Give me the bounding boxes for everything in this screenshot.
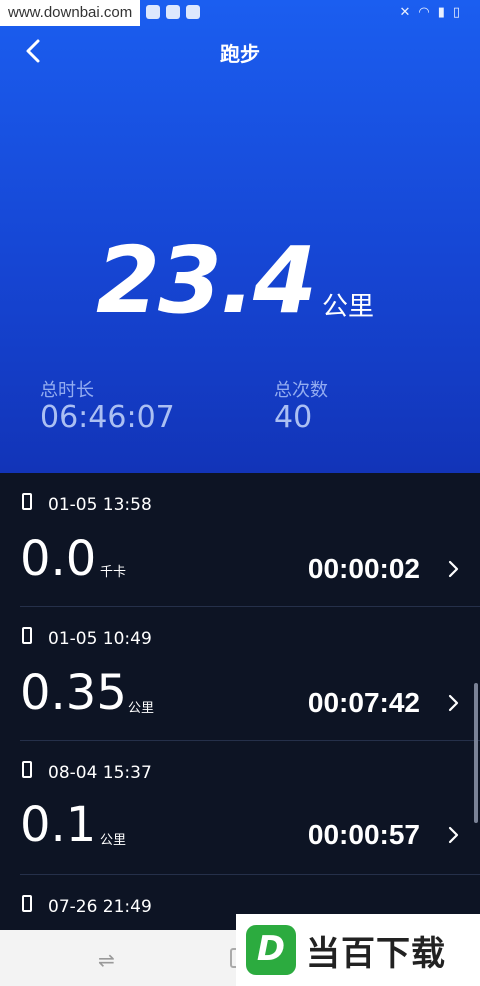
total-duration-label: 总时长 bbox=[40, 380, 94, 401]
phone-icon bbox=[22, 627, 32, 644]
notification-icon bbox=[146, 5, 160, 19]
phone-icon bbox=[22, 895, 32, 912]
records-list: 01-05 13:58 0.0 千卡 00:00:02 01-05 10:49 … bbox=[0, 473, 480, 986]
chevron-right-icon[interactable] bbox=[446, 825, 460, 845]
record-item[interactable]: 08-04 15:37 0.1 公里 00:00:57 bbox=[0, 741, 480, 875]
total-count-value: 40 bbox=[274, 400, 313, 435]
chevron-right-icon[interactable] bbox=[446, 693, 460, 713]
total-duration-value: 06:46:07 bbox=[40, 400, 175, 435]
notification-icon bbox=[166, 5, 180, 19]
record-value: 0.0 bbox=[20, 531, 97, 587]
brand-logo-icon: D bbox=[246, 925, 296, 975]
record-value: 0.35 bbox=[20, 665, 127, 721]
record-datetime: 01-05 13:58 bbox=[48, 495, 152, 515]
notification-icon bbox=[186, 5, 200, 19]
wifi-icon: ◠ bbox=[418, 5, 430, 20]
status-bar-notification-icons bbox=[146, 5, 200, 19]
phone-icon bbox=[22, 493, 32, 510]
record-datetime: 08-04 15:37 bbox=[48, 763, 152, 783]
nav-back-icon[interactable]: ⇌ bbox=[98, 948, 115, 972]
record-unit: 公里 bbox=[100, 833, 127, 848]
record-unit: 公里 bbox=[128, 701, 155, 716]
summary-header: ✕ ◠ ▮ ▯ 跑步 23.4 公里 总时长 06:46:07 总次数 40 bbox=[0, 0, 480, 473]
watermark-url: www.downbai.com bbox=[0, 0, 141, 26]
record-duration: 00:00:02 bbox=[307, 553, 420, 584]
mute-icon: ✕ bbox=[399, 5, 411, 20]
total-count-label: 总次数 bbox=[274, 380, 328, 401]
record-duration: 00:00:57 bbox=[307, 819, 420, 850]
brand-name: 当百下载 bbox=[306, 933, 446, 974]
status-bar-system-icons: ✕ ◠ ▮ ▯ bbox=[399, 5, 460, 21]
total-distance-unit: 公里 bbox=[322, 292, 375, 322]
signal-icon: ▮ bbox=[437, 5, 445, 20]
page-title: 跑步 bbox=[220, 42, 260, 66]
phone-icon bbox=[22, 761, 32, 778]
record-unit: 千卡 bbox=[100, 565, 127, 580]
total-distance: 23.4 bbox=[96, 227, 317, 334]
record-value: 0.1 bbox=[20, 797, 97, 853]
record-datetime: 07-26 21:49 bbox=[48, 897, 152, 917]
battery-icon: ▯ bbox=[452, 5, 460, 20]
record-datetime: 01-05 10:49 bbox=[48, 629, 152, 649]
record-item[interactable]: 01-05 10:49 0.35 公里 00:07:42 bbox=[0, 607, 480, 741]
record-item[interactable]: 01-05 13:58 0.0 千卡 00:00:02 bbox=[0, 473, 480, 607]
chevron-right-icon[interactable] bbox=[446, 559, 460, 579]
record-duration: 00:07:42 bbox=[307, 687, 420, 718]
brand-logo-letter: D bbox=[256, 929, 286, 969]
scrollbar[interactable] bbox=[474, 683, 478, 823]
watermark-brand: D 当百下载 bbox=[236, 914, 480, 986]
